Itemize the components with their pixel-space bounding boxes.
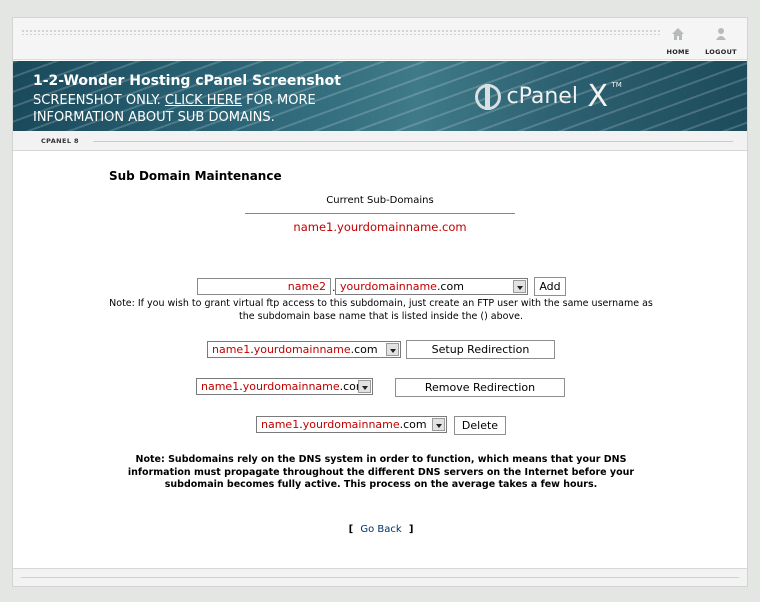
select-tld: .com <box>399 418 427 431</box>
select-domain-part: yourdomainname <box>302 418 400 431</box>
remove-redirection-button[interactable]: Remove Redirection <box>395 378 565 397</box>
cpanel-logo-tm: TM <box>611 81 622 89</box>
dropdown-arrow-icon <box>513 280 526 293</box>
footer-divider <box>21 577 739 578</box>
top-strip: HOME LOGOUT <box>13 18 747 60</box>
go-back-nav: [ Go Back ] <box>109 524 653 535</box>
banner-line-2-suffix: FOR MORE <box>246 93 316 108</box>
footer-bar <box>13 568 747 586</box>
banner-line-3: INFORMATION ABOUT SUB DOMAINS. <box>33 110 275 125</box>
bracket-close: ] <box>408 524 414 535</box>
dotted-decoration <box>21 29 661 35</box>
bracket-open: [ <box>348 524 354 535</box>
remove-redirect-select[interactable]: name1.yourdomainname.com <box>196 378 373 395</box>
logout-label: LOGOUT <box>705 48 737 56</box>
add-button[interactable]: Add <box>534 277 566 296</box>
banner-line-2-prefix: SCREENSHOT ONLY. <box>33 93 161 108</box>
select-subdomain-part: name1 <box>212 343 251 356</box>
cpanel-logo: cPanel X TM <box>475 79 622 114</box>
home-icon <box>672 28 684 40</box>
cpanel-logo-text: cPanel <box>506 84 578 109</box>
click-here-link[interactable]: CLICK HERE <box>165 93 242 108</box>
current-subdomain-item: name1.yourdomainname.com <box>293 220 467 234</box>
dropdown-arrow-icon <box>432 418 445 431</box>
section-label: CPANEL 8 <box>41 137 79 145</box>
redirect-subdomain-select[interactable]: name1.yourdomainname.com <box>207 341 401 358</box>
logout-icon <box>716 28 726 40</box>
cpanel-logo-x: X <box>587 79 609 114</box>
section-divider <box>93 141 733 142</box>
header-banner: 1-2-Wonder Hosting cPanel Screenshot SCR… <box>13 61 747 131</box>
home-link[interactable]: HOME <box>658 27 698 56</box>
banner-line-2: SCREENSHOT ONLY. CLICK HERE FOR MORE <box>33 93 316 108</box>
setup-redirection-button[interactable]: Setup Redirection <box>406 340 555 359</box>
logout-link[interactable]: LOGOUT <box>701 27 741 56</box>
home-label: HOME <box>666 48 690 56</box>
domain-select-tld: .com <box>436 280 464 293</box>
dns-note: Note: Subdomains rely on the DNS system … <box>127 454 635 490</box>
select-tld: .com <box>350 343 378 356</box>
current-subdomains-heading: Current Sub-Domains <box>326 195 434 206</box>
subdomain-input[interactable]: name2 <box>197 278 331 295</box>
select-domain-part: yourdomainname <box>253 343 351 356</box>
select-domain-part: yourdomainname <box>242 380 340 393</box>
delete-button[interactable]: Delete <box>454 416 506 435</box>
dropdown-arrow-icon <box>386 343 399 356</box>
delete-subdomain-select[interactable]: name1.yourdomainname.com <box>256 416 447 433</box>
banner-title: 1-2-Wonder Hosting cPanel Screenshot <box>33 73 341 89</box>
select-subdomain-part: name1 <box>201 380 240 393</box>
current-subdomains-divider <box>245 213 515 214</box>
select-subdomain-part: name1 <box>261 418 300 431</box>
dropdown-arrow-icon <box>358 380 371 393</box>
ftp-note: Note: If you wish to grant virtual ftp a… <box>109 298 653 322</box>
domain-select-name: yourdomainname <box>340 280 437 293</box>
cpanel-logo-icon <box>475 83 501 110</box>
page-title: Sub Domain Maintenance <box>109 169 282 183</box>
go-back-link[interactable]: Go Back <box>360 524 401 535</box>
page-frame: HOME LOGOUT 1-2-Wonder Hosting cPanel Sc… <box>12 17 748 587</box>
domain-select[interactable]: yourdomainname.com <box>335 278 528 295</box>
section-bar: CPANEL 8 <box>13 131 747 151</box>
